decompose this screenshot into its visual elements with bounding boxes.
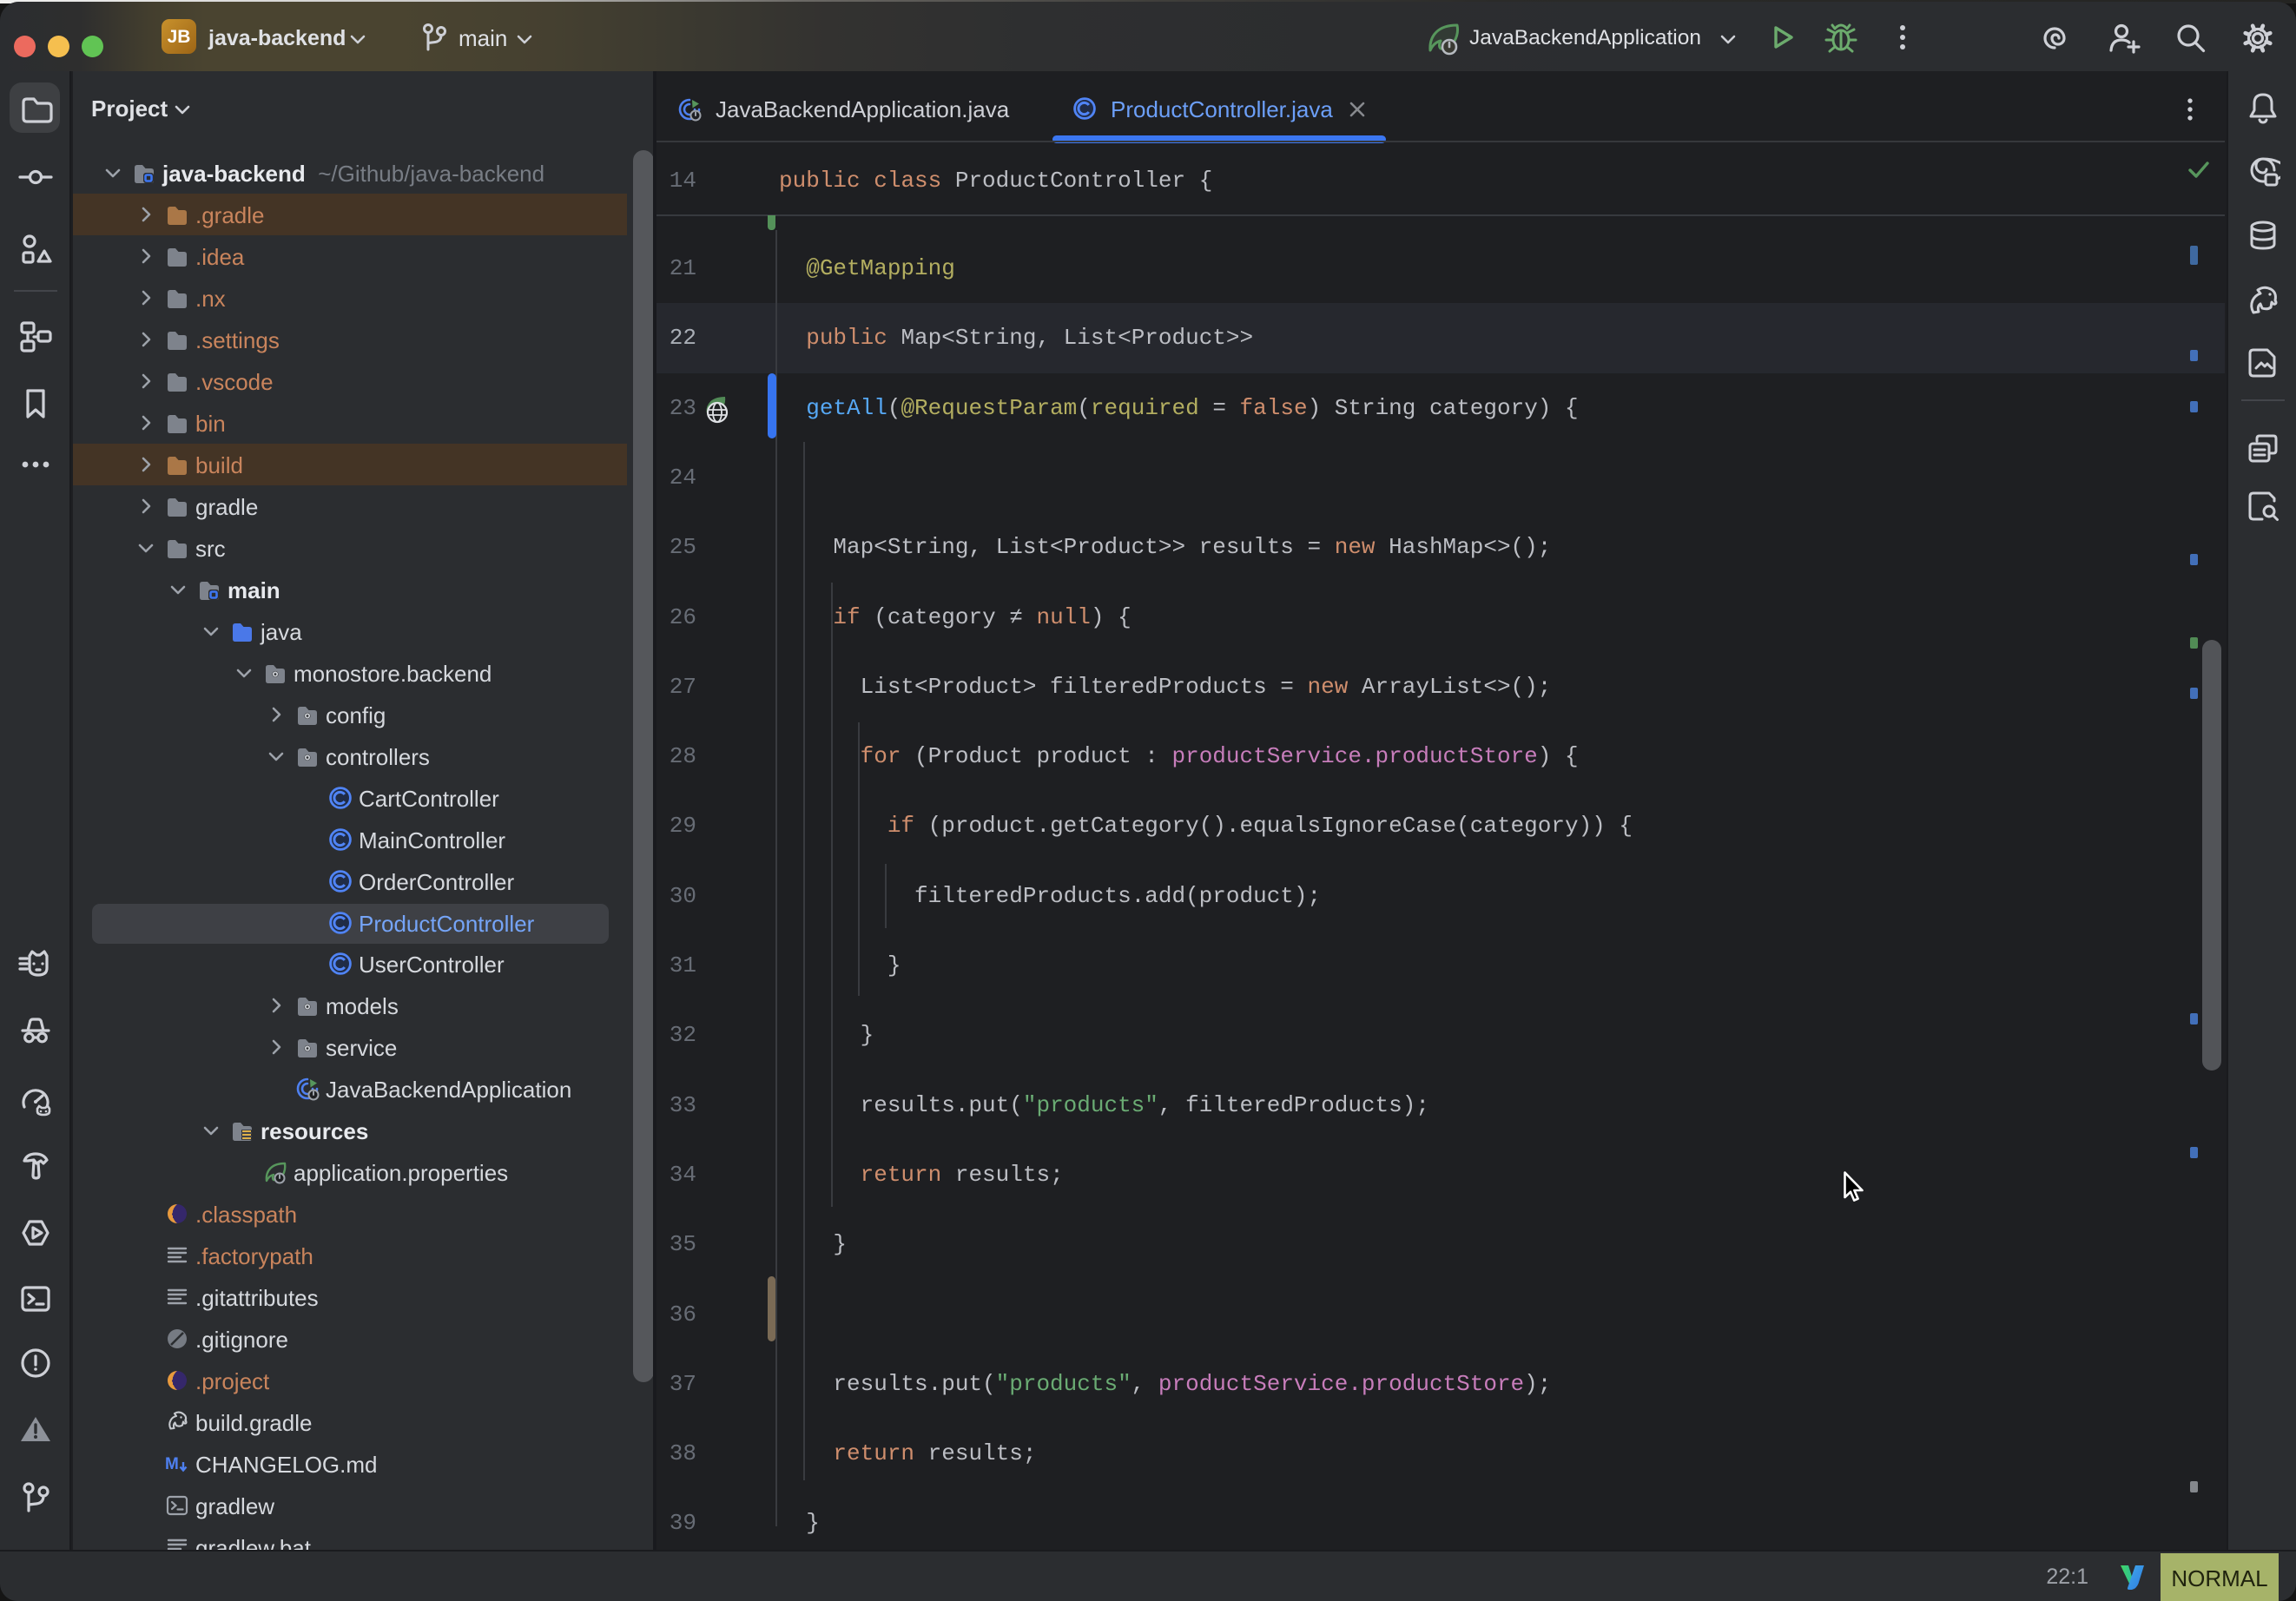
svg-text:M: M: [165, 1455, 179, 1473]
